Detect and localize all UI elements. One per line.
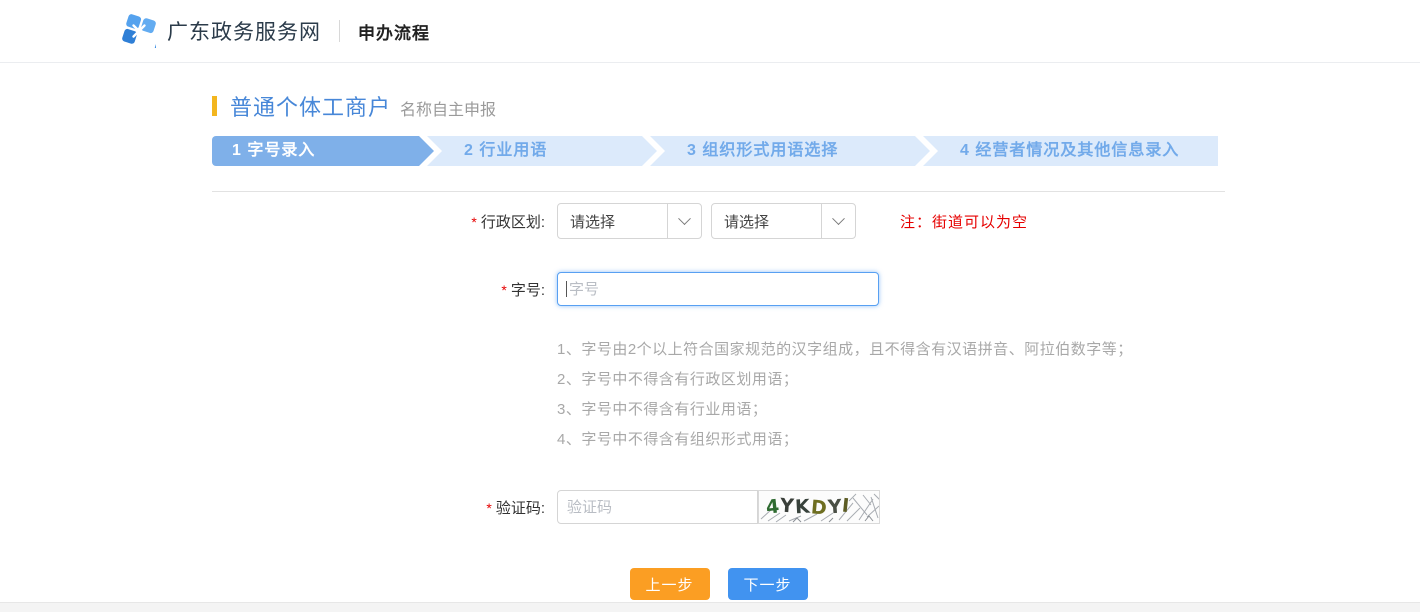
required-asterisk: * [501, 282, 506, 298]
name-input[interactable] [557, 272, 879, 306]
captcha-row: *验证码: [212, 490, 1225, 524]
section-divider [212, 191, 1225, 192]
required-asterisk: * [486, 500, 491, 516]
captcha-input[interactable] [557, 490, 758, 524]
title-accent-bar [212, 96, 217, 116]
step-tab-1-label: 1 字号录入 [232, 142, 315, 159]
brand-title: 广东政务服务网 [167, 16, 321, 46]
text-caret [566, 281, 567, 297]
registration-form: *行政区划: 请选择 请选择 注：街道可以为空 *字号: [212, 203, 1225, 600]
nav-title: 申办流程 [358, 19, 430, 44]
captcha-text: 4 Y K D Y I [759, 491, 879, 523]
name-rules: 1、字号由2个以上符合国家规范的汉字组成，且不得含有汉语拼音、阿拉伯数字等； 2… [557, 335, 1225, 455]
chevron-down-icon [678, 212, 691, 225]
next-button[interactable]: 下一步 [728, 568, 808, 600]
district-note: 注：街道可以为空 [900, 211, 1028, 232]
district-city-select-value: 请选择 [558, 211, 667, 232]
district-street-select[interactable]: 请选择 [711, 203, 856, 239]
header-divider [339, 20, 340, 42]
rule-item-3: 3、字号中不得含有行业用语； [557, 395, 1225, 425]
app-header: 广东政务服务网 申办流程 [0, 0, 1420, 63]
step-tab-4-label: 4 经营者情况及其他信息录入 [960, 142, 1179, 159]
step-tabs: 1 字号录入 2 行业用语 3 组织形式用语选择 4 经营者情况及其他信息录入 [212, 136, 1225, 166]
rule-item-1: 1、字号由2个以上符合国家规范的汉字组成，且不得含有汉语拼音、阿拉伯数字等； [557, 335, 1225, 365]
district-label: *行政区划: [212, 211, 545, 232]
step-tab-1[interactable]: 1 字号录入 [212, 136, 434, 166]
form-actions: 上一步 下一步 [212, 568, 1225, 600]
page-title-row: 普通个体工商户 名称自主申报 [212, 90, 1225, 122]
required-asterisk: * [471, 214, 476, 230]
district-street-select-arrow[interactable] [821, 204, 855, 238]
step-tab-3[interactable]: 3 组织形式用语选择 [650, 136, 930, 166]
prev-button[interactable]: 上一步 [630, 568, 710, 600]
district-street-select-value: 请选择 [712, 211, 821, 232]
screen: 广东政务服务网 申办流程 普通个体工商户 名称自主申报 1 字号录入 2 行业用… [0, 0, 1420, 612]
rule-item-4: 4、字号中不得含有组织形式用语； [557, 425, 1225, 455]
page-title: 普通个体工商户 [230, 90, 391, 122]
captcha-label: *验证码: [212, 497, 545, 518]
rule-item-2: 2、字号中不得含有行政区划用语； [557, 365, 1225, 395]
step-tab-2[interactable]: 2 行业用语 [427, 136, 657, 166]
pinwheel-icon[interactable] [122, 14, 156, 48]
name-row: *字号: [212, 272, 1225, 306]
district-city-select[interactable]: 请选择 [557, 203, 702, 239]
step-tab-2-label: 2 行业用语 [464, 142, 547, 159]
step-tab-4[interactable]: 4 经营者情况及其他信息录入 [923, 136, 1218, 166]
main-content: 普通个体工商户 名称自主申报 1 字号录入 2 行业用语 3 组织形式用语选择 … [212, 90, 1225, 600]
name-input-wrap [557, 272, 879, 306]
chevron-down-icon [832, 212, 845, 225]
name-label: *字号: [212, 279, 545, 300]
district-city-select-arrow[interactable] [667, 204, 701, 238]
district-row: *行政区划: 请选择 请选择 注：街道可以为空 [212, 203, 1225, 239]
captcha-image[interactable]: 4 Y K D Y I [758, 490, 880, 524]
page-subtitle: 名称自主申报 [400, 96, 496, 120]
page-footer [0, 602, 1420, 612]
step-tab-3-label: 3 组织形式用语选择 [687, 142, 838, 159]
